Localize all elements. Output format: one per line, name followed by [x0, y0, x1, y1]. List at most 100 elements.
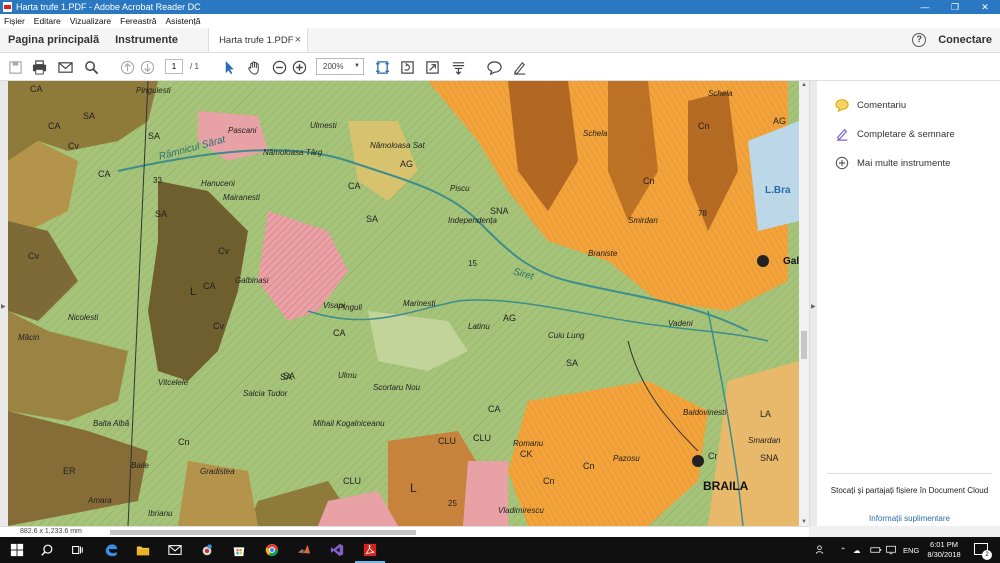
place-name: Măcin: [18, 333, 40, 342]
place-name: Pingulesti: [136, 86, 171, 95]
place-name: Balta Albă: [93, 419, 130, 428]
scroll-up-icon[interactable]: ▲: [801, 82, 807, 88]
vertical-scrollbar[interactable]: ▲ ▼: [799, 81, 809, 526]
zoom-select[interactable]: 200% ▼: [316, 58, 364, 75]
place-name: Vadeni: [668, 319, 693, 328]
task-view-icon[interactable]: [68, 541, 86, 559]
minimize-button[interactable]: —: [910, 0, 940, 14]
map-label: AG: [773, 116, 787, 126]
place-name: Pazosu: [613, 454, 640, 463]
chrome-icon[interactable]: [263, 541, 281, 559]
title-bar: Harta trufe 1.PDF - Adobe Acrobat Reader…: [0, 0, 1000, 14]
map-label: Cn: [583, 461, 595, 471]
menu-window[interactable]: Fereastră: [120, 16, 156, 26]
rotate-icon[interactable]: [398, 58, 416, 76]
chevron-up-icon[interactable]: ⌃: [840, 537, 846, 563]
place-name: Latinu: [468, 322, 490, 331]
right-panel-toggle[interactable]: ▶: [809, 81, 817, 526]
place-name: Mairanesti: [223, 193, 260, 202]
menu-file[interactable]: Fișier: [4, 16, 25, 26]
battery-icon[interactable]: [870, 537, 882, 563]
cloud-icon[interactable]: ☁: [853, 537, 861, 563]
map-label: SA: [155, 209, 168, 219]
tools-tab[interactable]: Instrumente: [107, 28, 186, 52]
acrobat-taskbar-icon[interactable]: [355, 541, 385, 563]
left-panel-toggle[interactable]: ▶: [0, 81, 8, 526]
nav-bar: Pagina principală Instrumente Harta truf…: [0, 28, 1000, 53]
map-label: ER: [63, 466, 76, 476]
cloud-promo-text: Stocați și partajați fișiere în Document…: [830, 486, 989, 495]
tool-more[interactable]: Mai multe instrumente: [835, 156, 950, 170]
map-label: SA: [366, 214, 379, 224]
search-icon[interactable]: [38, 541, 56, 559]
scroll-down-icon[interactable]: ▼: [801, 519, 807, 525]
tab-close-button[interactable]: ×: [295, 34, 301, 46]
window-controls: — ❐ ✕: [910, 0, 1000, 14]
document-tab[interactable]: Harta trufe 1.PDF ×: [208, 28, 309, 52]
horizontal-scroll-thumb[interactable]: [110, 530, 416, 535]
tool-label: Completare & semnare: [857, 128, 955, 140]
map-label: Cn: [643, 176, 655, 186]
network-icon[interactable]: [885, 537, 897, 563]
menu-view[interactable]: Vizualizare: [70, 16, 111, 26]
place-name: Nicolesti: [68, 313, 99, 322]
place-name: Gradistea: [200, 467, 235, 476]
fit-page-icon[interactable]: [373, 58, 391, 76]
comment-icon[interactable]: [485, 58, 503, 76]
place-name: Vitcelele: [158, 378, 189, 387]
scroll-thumb[interactable]: [801, 331, 807, 359]
people-icon[interactable]: [815, 537, 827, 563]
place-name: Galati: [783, 256, 799, 267]
sign-icon[interactable]: [510, 58, 528, 76]
place-name: Nămoloasa Sat: [370, 141, 425, 150]
search-icon[interactable]: [82, 58, 100, 76]
home-tab[interactable]: Pagina principală: [0, 28, 107, 52]
document-view[interactable]: CA SA SA CA Cv Cv CA CA Cv SA AG CA Cv C…: [8, 81, 799, 526]
visual-studio-icon[interactable]: [328, 541, 346, 559]
save-icon[interactable]: [6, 58, 24, 76]
help-icon[interactable]: ?: [912, 33, 927, 47]
map-label: CA: [203, 281, 216, 291]
menu-help[interactable]: Asistență: [166, 16, 201, 26]
zoom-in-icon[interactable]: [290, 58, 308, 76]
page-number-input[interactable]: 1: [165, 59, 183, 74]
divider: [827, 473, 992, 474]
place-name: Scheia: [708, 89, 733, 98]
matlab-icon[interactable]: [295, 541, 313, 559]
water-label: L.Bra: [765, 185, 791, 196]
email-icon[interactable]: [56, 58, 74, 76]
system-clock[interactable]: 6:01 PM 8/30/2018: [918, 540, 970, 560]
restore-button[interactable]: ❐: [940, 0, 970, 14]
hand-icon[interactable]: [245, 58, 263, 76]
place-name: Amara: [88, 496, 112, 505]
fullscreen-icon[interactable]: [423, 58, 441, 76]
zoom-out-icon[interactable]: [270, 58, 288, 76]
read-mode-icon[interactable]: [449, 58, 467, 76]
close-button[interactable]: ✕: [970, 0, 1000, 14]
taskbar: ⌃ ☁ ENG 6:01 PM 8/30/2018 2: [0, 537, 1000, 563]
connect-button[interactable]: Conectare: [938, 34, 992, 46]
store-icon[interactable]: [230, 541, 248, 559]
place-name: Mihail Kogalniceanu: [313, 419, 385, 428]
zoom-value: 200%: [323, 62, 344, 71]
tool-fill-sign[interactable]: Completare & semnare: [835, 127, 955, 141]
file-explorer-icon[interactable]: [134, 541, 152, 559]
map-label: SNA: [760, 453, 779, 463]
more-info-link[interactable]: Informații suplimentare: [827, 514, 992, 523]
map-label: AG: [503, 313, 517, 323]
mail-icon[interactable]: [166, 541, 184, 559]
select-cursor-icon[interactable]: [220, 58, 238, 76]
tool-comment[interactable]: Comentariu: [835, 98, 906, 112]
status-bar: 882.6 x 1,233.6 mm: [0, 526, 809, 537]
edge-icon[interactable]: [102, 541, 120, 559]
notification-center-icon[interactable]: 2: [974, 543, 992, 560]
clock-time: 6:01 PM: [930, 540, 958, 549]
windows-start-icon[interactable]: [8, 541, 26, 559]
next-page-icon[interactable]: [138, 58, 156, 76]
language-indicator[interactable]: ENG: [903, 537, 919, 563]
print-icon[interactable]: [30, 58, 48, 76]
place-name: Schela: [583, 129, 608, 138]
prev-page-icon[interactable]: [118, 58, 136, 76]
settings-app-icon[interactable]: [198, 541, 216, 559]
menu-edit[interactable]: Editare: [34, 16, 61, 26]
